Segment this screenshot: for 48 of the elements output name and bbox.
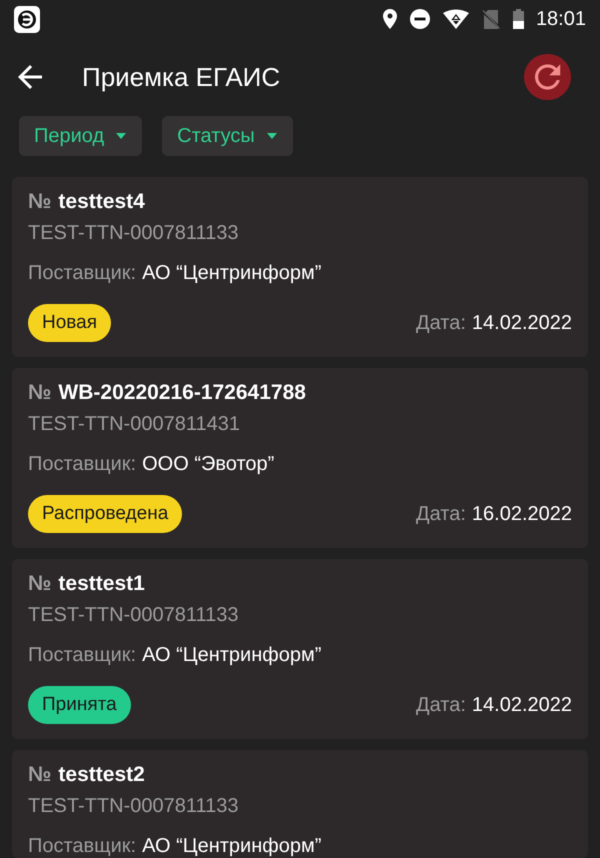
supplier-label: Поставщик: bbox=[28, 261, 136, 285]
document-date: 16.02.2022 bbox=[472, 502, 572, 526]
supplier-label: Поставщик: bbox=[28, 643, 136, 667]
date-label: Дата: bbox=[416, 502, 466, 526]
app-icon bbox=[14, 6, 40, 32]
number-label: № bbox=[28, 571, 52, 597]
caret-down-icon bbox=[266, 133, 277, 139]
document-card[interactable]: № testtest2 TEST-TTN-0007811133 Поставщик: АО “Центринформ” bbox=[12, 750, 588, 858]
number-label: № bbox=[28, 380, 52, 406]
clock-time: 18:01 bbox=[536, 7, 586, 31]
do-not-disturb-icon bbox=[410, 9, 430, 29]
back-arrow-icon[interactable] bbox=[18, 65, 42, 89]
date-label: Дата: bbox=[416, 693, 466, 717]
ttn-number: TEST-TTN-0007811133 bbox=[28, 603, 238, 627]
ttn-number: TEST-TTN-0007811431 bbox=[28, 412, 240, 436]
screen-title: Приемка ЕГАИС bbox=[82, 61, 280, 93]
document-number: WB-20220216-172641788 bbox=[58, 380, 306, 406]
status-badge: Распроведена bbox=[28, 495, 182, 533]
location-pin-icon bbox=[382, 9, 397, 29]
filter-dropdown[interactable]: Статусы bbox=[162, 116, 293, 156]
supplier-name: АО “Центринформ” bbox=[142, 261, 322, 285]
supplier-name: АО “Центринформ” bbox=[142, 834, 322, 858]
document-date: 14.02.2022 bbox=[472, 693, 572, 717]
refresh-button[interactable] bbox=[524, 54, 571, 100]
filter-dropdown[interactable]: Период bbox=[19, 116, 142, 156]
document-number: testtest4 bbox=[58, 189, 145, 215]
status-badge: Новая bbox=[28, 304, 112, 342]
document-number: testtest1 bbox=[58, 571, 145, 597]
supplier-label: Поставщик: bbox=[28, 834, 136, 858]
ttn-number: TEST-TTN-0007811133 bbox=[28, 794, 238, 818]
document-card[interactable]: № testtest1 TEST-TTN-0007811133 Поставщик: АО “Центринформ” Принята Дата: 14.02.2022 bbox=[12, 559, 588, 739]
supplier-label: Поставщик: bbox=[28, 452, 136, 476]
battery-icon bbox=[512, 9, 524, 29]
document-number: testtest2 bbox=[58, 762, 145, 788]
wifi-icon bbox=[442, 9, 469, 29]
document-date: 14.02.2022 bbox=[472, 311, 572, 335]
supplier-name: АО “Центринформ” bbox=[142, 643, 322, 667]
refresh-icon bbox=[534, 64, 560, 90]
number-label: № bbox=[28, 189, 52, 215]
status-badge: Принята bbox=[28, 686, 131, 724]
document-card[interactable]: № WB-20220216-172641788 TEST-TTN-0007811431 Поставщик: ООО “Эвотор” Распроведена Дата: 16.02.2022 bbox=[12, 368, 588, 548]
document-card[interactable]: № testtest4 TEST-TTN-0007811133 Поставщик: АО “Центринформ” Новая Дата: 14.02.2022 bbox=[12, 177, 588, 357]
caret-down-icon bbox=[116, 133, 126, 139]
supplier-name: ООО “Эвотор” bbox=[142, 452, 274, 476]
ttn-number: TEST-TTN-0007811133 bbox=[28, 221, 238, 245]
no-sim-icon bbox=[482, 10, 500, 28]
number-label: № bbox=[28, 762, 52, 788]
date-label: Дата: bbox=[416, 311, 466, 335]
